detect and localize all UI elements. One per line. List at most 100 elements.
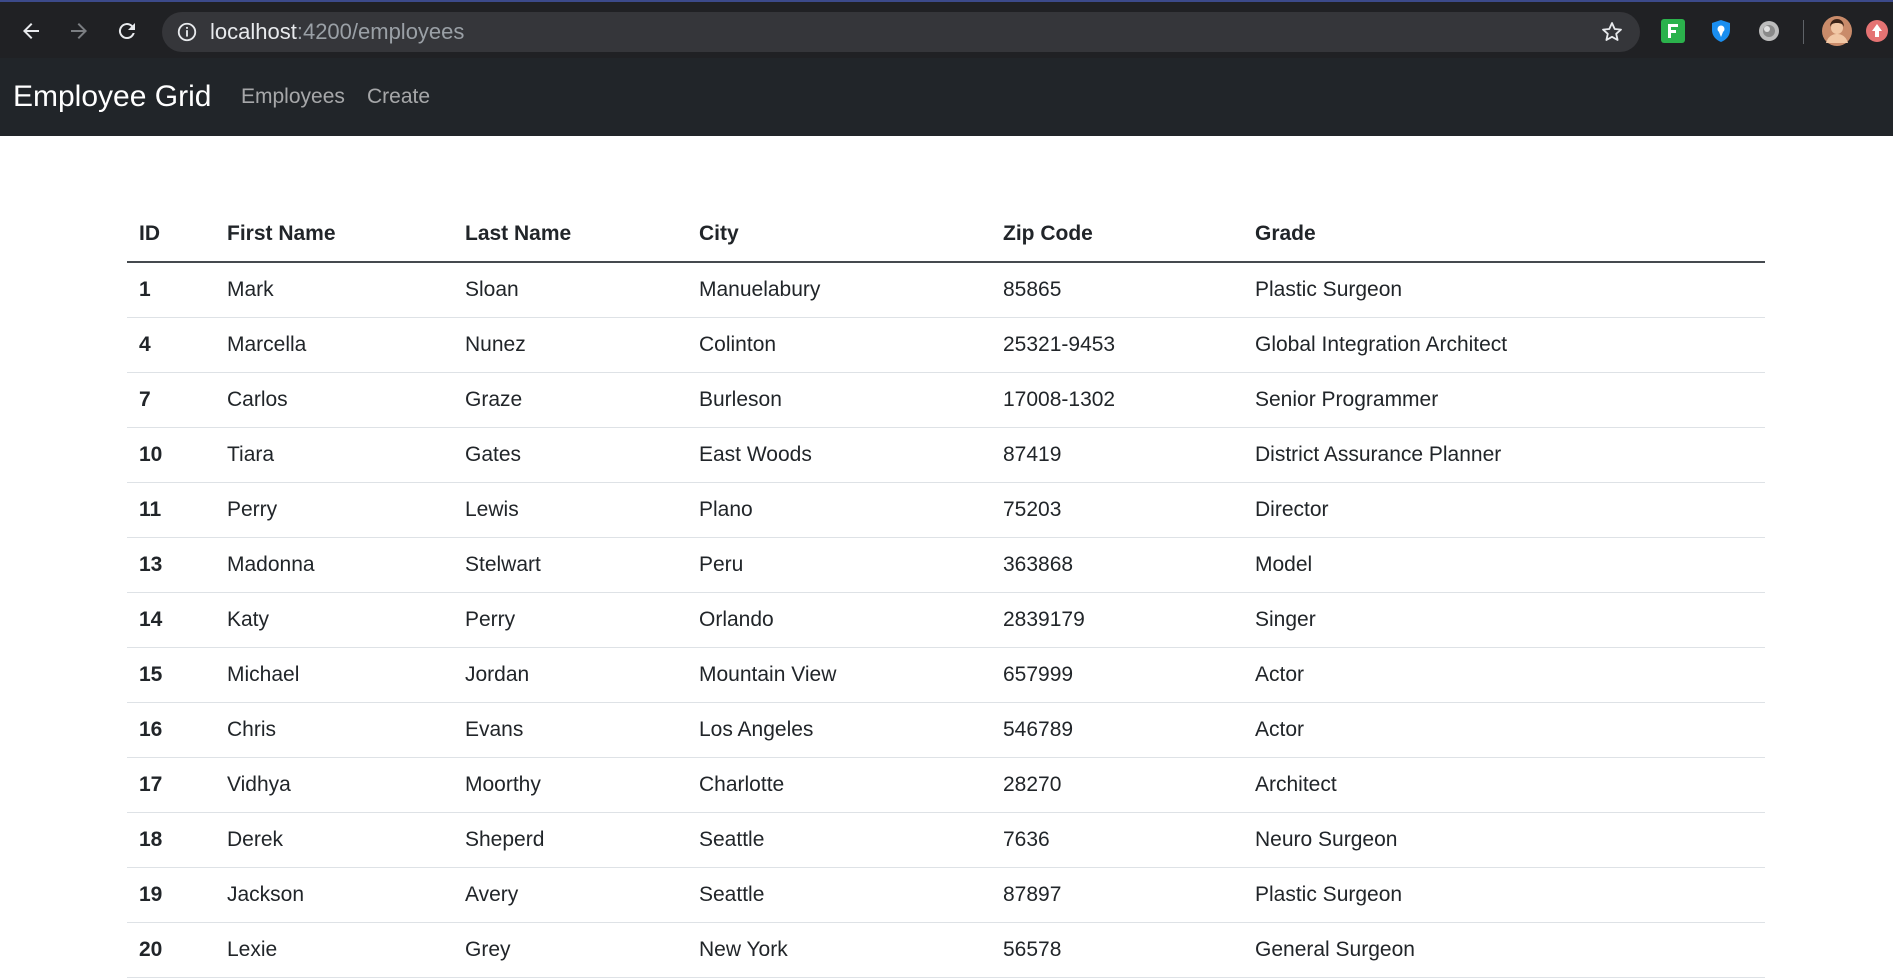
table-row: 15 Michael Jordan Mountain View 657999 Actor (127, 647, 1765, 703)
cell-grade: Actor (1243, 647, 1765, 703)
cell-grade: Model (1243, 537, 1765, 593)
arrow-left-icon (23, 23, 39, 39)
table-row: 10 Tiara Gates East Woods 87419 District Assu… (127, 427, 1765, 483)
cell-city: New York (687, 922, 991, 978)
cell-city: Manuelabury (687, 262, 991, 318)
cell-zip-code: 2839179 (991, 592, 1243, 648)
cell-first-name: Vidhya (215, 757, 453, 813)
cell-first-name: Carlos (215, 372, 453, 428)
cell-id: 15 (127, 647, 215, 703)
back-button[interactable] (9, 2, 53, 60)
cell-last-name: Nunez (453, 317, 687, 373)
cell-first-name: Perry (215, 482, 453, 538)
cell-id: 10 (127, 427, 215, 483)
cell-first-name: Lexie (215, 922, 453, 978)
cell-zip-code: 28270 (991, 757, 1243, 813)
cell-zip-code: 87419 (991, 427, 1243, 483)
cell-first-name: Jackson (215, 867, 453, 923)
address-bar[interactable]: localhost:4200/employees (162, 12, 1640, 52)
extension-feedly-icon[interactable] (1653, 2, 1693, 60)
cell-grade: Global Integration Architect (1243, 317, 1765, 373)
reload-button[interactable] (105, 2, 149, 60)
cell-grade: Actor (1243, 702, 1765, 758)
browser-toolbar: localhost:4200/employees (0, 0, 1893, 58)
table-row: 1 Mark Sloan Manuelabury 85865 Plastic Surgeo… (127, 262, 1765, 318)
cell-first-name: Derek (215, 812, 453, 868)
cell-id: 14 (127, 592, 215, 648)
cell-city: Seattle (687, 812, 991, 868)
cell-city: Burleson (687, 372, 991, 428)
cell-grade: Neuro Surgeon (1243, 812, 1765, 868)
cell-city: Seattle (687, 867, 991, 923)
cell-last-name: Gates (453, 427, 687, 483)
nav-link-employees[interactable]: Employees (241, 58, 345, 136)
cell-grade: General Surgeon (1243, 922, 1765, 978)
cell-city: East Woods (687, 427, 991, 483)
navbar-brand[interactable]: Employee Grid (13, 58, 211, 136)
cell-first-name: Katy (215, 592, 453, 648)
cell-city: Plano (687, 482, 991, 538)
table-row: 4 Marcella Nunez Colinton 25321-9453 Global I… (127, 317, 1765, 373)
cell-last-name: Grey (453, 922, 687, 978)
star-icon[interactable] (1600, 20, 1624, 44)
table-row: 7 Carlos Graze Burleson 17008-1302 Senior Pro… (127, 372, 1765, 428)
table-header-row: ID First Name Last Name City Zip Code Gr… (127, 207, 1765, 263)
cell-first-name: Mark (215, 262, 453, 318)
column-header-id: ID (127, 207, 215, 263)
cell-zip-code: 85865 (991, 262, 1243, 318)
table-row: 11 Perry Lewis Plano 75203 Director (127, 482, 1765, 538)
table-row: 17 Vidhya Moorthy Charlotte 28270 Architect (127, 757, 1765, 813)
cell-zip-code: 7636 (991, 812, 1243, 868)
employee-table-container: ID First Name Last Name City Zip Code Gr… (127, 207, 1765, 978)
cell-first-name: Michael (215, 647, 453, 703)
column-header-grade: Grade (1243, 207, 1765, 263)
cell-id: 11 (127, 482, 215, 538)
forward-button[interactable] (57, 2, 101, 60)
cell-id: 4 (127, 317, 215, 373)
extension-shield-icon[interactable] (1701, 2, 1741, 60)
cell-id: 18 (127, 812, 215, 868)
cell-last-name: Perry (453, 592, 687, 648)
cell-zip-code: 363868 (991, 537, 1243, 593)
cell-grade: Architect (1243, 757, 1765, 813)
cell-zip-code: 657999 (991, 647, 1243, 703)
url-path: :4200/employees (296, 19, 465, 44)
cell-id: 7 (127, 372, 215, 428)
nav-link-create[interactable]: Create (367, 58, 430, 136)
cell-last-name: Stelwart (453, 537, 687, 593)
table-row: 19 Jackson Avery Seattle 87897 Plastic Surgeo… (127, 867, 1765, 923)
cell-city: Orlando (687, 592, 991, 648)
cell-zip-code: 25321-9453 (991, 317, 1243, 373)
cell-id: 1 (127, 262, 215, 318)
table-row: 18 Derek Sheperd Seattle 7636 Neuro Surgeon (127, 812, 1765, 868)
url-host: localhost (210, 19, 297, 44)
cell-zip-code: 17008-1302 (991, 372, 1243, 428)
cell-zip-code: 546789 (991, 702, 1243, 758)
table-row: 14 Katy Perry Orlando 2839179 Singer (127, 592, 1765, 648)
column-header-first-name: First Name (215, 207, 453, 263)
column-header-last-name: Last Name (453, 207, 687, 263)
column-header-city: City (687, 207, 991, 263)
column-header-zip-code: Zip Code (991, 207, 1243, 263)
cell-last-name: Sloan (453, 262, 687, 318)
extension-circle-icon[interactable] (1749, 2, 1789, 60)
cell-id: 17 (127, 757, 215, 813)
extension-partial-icon[interactable] (1864, 2, 1893, 60)
cell-grade: Senior Programmer (1243, 372, 1765, 428)
cell-first-name: Chris (215, 702, 453, 758)
table-row: 16 Chris Evans Los Angeles 546789 Actor (127, 702, 1765, 758)
cell-first-name: Madonna (215, 537, 453, 593)
cell-last-name: Avery (453, 867, 687, 923)
app-navbar: Employee Grid Employees Create (0, 58, 1893, 136)
cell-grade: District Assurance Planner (1243, 427, 1765, 483)
reload-icon (118, 23, 135, 40)
cell-zip-code: 87897 (991, 867, 1243, 923)
cell-city: Los Angeles (687, 702, 991, 758)
table-row: 13 Madonna Stelwart Peru 363868 Model (127, 537, 1765, 593)
table-row: 20 Lexie Grey New York 56578 General Surgeon (127, 922, 1765, 978)
cell-id: 20 (127, 922, 215, 978)
cell-last-name: Lewis (453, 482, 687, 538)
profile-avatar[interactable] (1817, 2, 1857, 60)
info-icon (177, 22, 197, 42)
cell-city: Peru (687, 537, 991, 593)
